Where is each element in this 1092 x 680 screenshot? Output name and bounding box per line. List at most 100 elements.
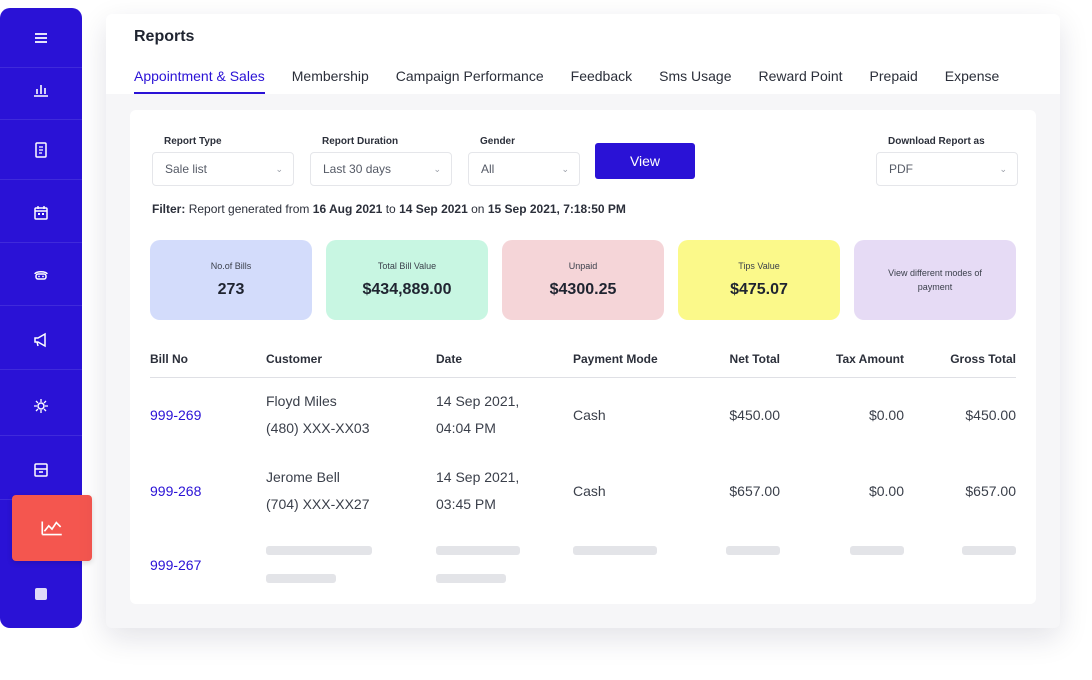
sidebar-item-campaigns[interactable] (0, 310, 82, 370)
tab-membership[interactable]: Membership (292, 68, 369, 94)
download-format-label: Download Report as (888, 136, 985, 147)
stat-value: $475.07 (730, 281, 788, 298)
reports-icon (41, 521, 62, 536)
loading-placeholder (436, 574, 506, 583)
tab-appointment-sales[interactable]: Appointment & Sales (134, 68, 265, 94)
table-row[interactable]: 999-268 Jerome Bell (704) XXX-XX27 14 Se… (150, 466, 1016, 542)
loading-placeholder (850, 546, 904, 555)
report-duration-value: Last 30 days (323, 162, 392, 176)
sidebar-item-reports[interactable] (12, 495, 92, 561)
column-header: Tax Amount (836, 352, 904, 366)
net-total: $657.00 (729, 483, 780, 499)
panel-header: Reports Appointment & Sales Membership C… (106, 14, 1060, 94)
filter-generated-at: 15 Sep 2021, 7:18:50 PM (487, 202, 626, 216)
sidebar-item-dashboard[interactable] (0, 60, 82, 120)
gross-total: $450.00 (965, 407, 1016, 423)
table-row[interactable]: 999-269 Floyd Miles (480) XXX-XX03 14 Se… (150, 390, 1016, 466)
customer-name: Floyd Miles (266, 393, 337, 409)
bill-time: 04:04 PM (436, 420, 496, 436)
table-header: Bill No Customer Date Payment Mode Net T… (150, 342, 1016, 378)
menu-icon (35, 32, 47, 43)
bill-number-link[interactable]: 999-268 (150, 478, 201, 504)
stat-card-unpaid: Unpaid $4300.25 (502, 240, 664, 320)
loading-placeholder (266, 546, 372, 555)
payment-mode: Cash (573, 483, 606, 499)
tab-sms-usage[interactable]: Sms Usage (659, 68, 731, 94)
report-tabs: Appointment & Sales Membership Campaign … (134, 68, 1026, 94)
sidebar-item-apps[interactable] (0, 564, 82, 624)
report-type-value: Sale list (165, 162, 208, 176)
sidebar-item-calendar[interactable] (0, 183, 82, 243)
stat-card-total-bill-value: Total Bill Value $434,889.00 (326, 240, 488, 320)
bill-date: 14 Sep 2021, (436, 469, 520, 485)
payment-modes-label: View different modes of payment (888, 268, 982, 292)
tab-expense[interactable]: Expense (945, 68, 999, 94)
sidebar-item-inventory[interactable] (0, 440, 82, 500)
report-card: Report Type Sale list ⌄ Report Duration … (130, 110, 1036, 604)
column-header: Bill No (150, 352, 188, 366)
report-duration-label: Report Duration (322, 136, 399, 147)
filter-to-date: 14 Sep 2021 (399, 202, 468, 216)
gender-label: Gender (480, 136, 516, 147)
bill-time: 03:45 PM (436, 496, 496, 512)
tax-amount: $0.00 (868, 407, 904, 423)
download-format-select[interactable]: PDF ⌄ (876, 152, 1018, 186)
staff-icon (34, 270, 48, 280)
gender-select[interactable]: All ⌄ (468, 152, 580, 186)
sidebar-item-services[interactable] (0, 376, 82, 436)
report-duration-select[interactable]: Last 30 days ⌄ (310, 152, 452, 186)
payment-modes-card[interactable]: View different modes of payment (854, 240, 1016, 320)
tab-feedback[interactable]: Feedback (571, 68, 632, 94)
settings-icon (34, 398, 48, 413)
filter-text: Report generated from (188, 202, 310, 216)
inventory-icon (34, 462, 48, 477)
bill-number-link[interactable]: 999-267 (150, 552, 201, 578)
filter-on-word: on (471, 202, 485, 216)
bill-date: 14 Sep 2021, (436, 393, 520, 409)
tab-reward-point[interactable]: Reward Point (758, 68, 842, 94)
column-header: Date (436, 352, 463, 366)
filter-from-date: 16 Aug 2021 (312, 202, 383, 216)
stat-value: $434,889.00 (362, 281, 452, 298)
stat-label: No.of Bills (210, 261, 252, 271)
reports-panel: Reports Appointment & Sales Membership C… (106, 14, 1060, 628)
loading-placeholder (573, 546, 657, 555)
sidebar-item-bills[interactable] (0, 120, 82, 180)
stat-value: $4300.25 (549, 281, 617, 298)
column-header: Net Total (729, 352, 780, 366)
tax-amount: $0.00 (868, 483, 904, 499)
customer-phone: (704) XXX-XX27 (266, 496, 370, 512)
filter-prefix: Filter: (152, 202, 186, 216)
tab-prepaid[interactable]: Prepaid (870, 68, 918, 94)
chevron-down-icon: ⌄ (275, 163, 283, 174)
sidebar-item-staff[interactable] (0, 246, 82, 306)
chevron-down-icon: ⌄ (999, 163, 1007, 174)
report-type-field: Report Type Sale list ⌄ (152, 136, 294, 186)
report-type-select[interactable]: Sale list ⌄ (152, 152, 294, 186)
stat-card-bills: No.of Bills 273 (150, 240, 312, 320)
net-total: $450.00 (729, 407, 780, 423)
stat-label: Total Bill Value (377, 261, 437, 271)
download-format-value: PDF (889, 162, 913, 176)
column-header: Payment Mode (573, 352, 658, 366)
table-row[interactable]: 999-267 (150, 542, 1016, 618)
view-button[interactable]: View (595, 143, 695, 179)
tab-campaign-performance[interactable]: Campaign Performance (396, 68, 544, 94)
sidebar-item-menu[interactable] (0, 8, 82, 68)
bill-number-link[interactable]: 999-269 (150, 402, 201, 428)
report-type-label: Report Type (164, 136, 222, 147)
column-header: Customer (266, 352, 323, 366)
stat-value: 273 (217, 281, 245, 298)
filter-to-word: to (385, 202, 396, 216)
stat-label: Unpaid (568, 261, 598, 271)
gross-total: $657.00 (965, 483, 1016, 499)
document-icon (35, 141, 47, 158)
page-title: Reports (134, 28, 195, 45)
grid-icon (35, 588, 47, 600)
bar-chart-icon (34, 84, 48, 97)
calendar-icon (34, 205, 48, 220)
download-format-field: Download Report as PDF ⌄ (876, 136, 1018, 186)
gender-value: All (481, 162, 495, 176)
stat-card-tips: Tips Value $475.07 (678, 240, 840, 320)
chevron-down-icon: ⌄ (561, 163, 569, 174)
